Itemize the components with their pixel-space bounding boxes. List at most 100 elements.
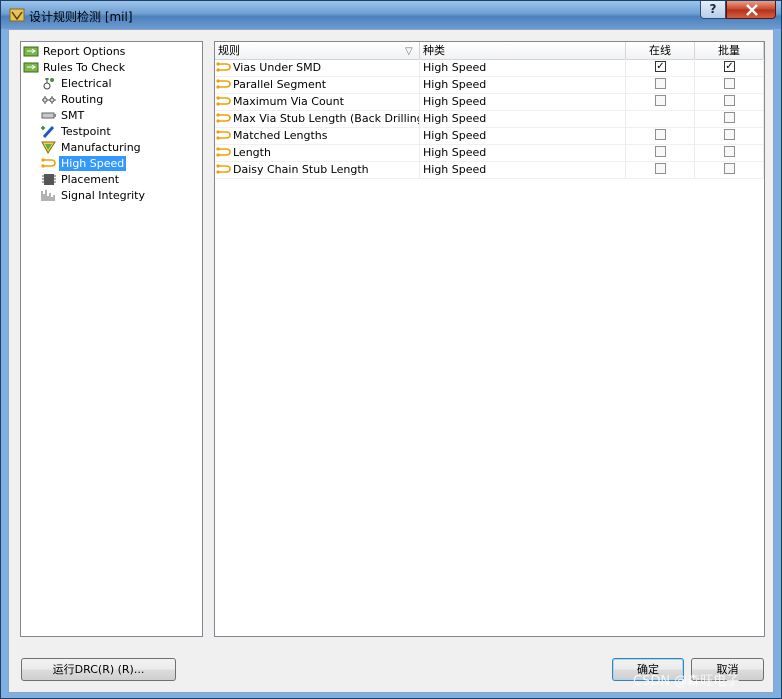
online-checkbox[interactable] <box>655 95 666 106</box>
close-button[interactable] <box>726 1 776 19</box>
rule-name: Maximum Via Count <box>233 95 344 108</box>
category-cell: High Speed <box>420 110 626 127</box>
rule-name: Daisy Chain Stub Length <box>233 163 369 176</box>
high-speed-rule-icon <box>216 130 231 140</box>
help-button[interactable]: ? <box>700 1 726 19</box>
rule-name: Max Via Stub Length (Back Drilling) <box>233 112 420 125</box>
table-row[interactable]: Max Via Stub Length (Back Drilling) High … <box>215 110 764 128</box>
batch-cell <box>695 110 764 127</box>
tree-item-label: Routing <box>61 93 104 106</box>
online-checkbox[interactable] <box>655 129 666 140</box>
batch-cell <box>695 127 764 144</box>
batch-checkbox[interactable] <box>724 112 735 123</box>
batch-checkbox[interactable] <box>724 146 735 157</box>
high-speed-rule-icon <box>216 79 231 89</box>
rule-name: Matched Lengths <box>233 129 328 142</box>
high-speed-rule-icon <box>216 96 231 106</box>
online-cell <box>626 76 695 93</box>
tree-item-label: Rules To Check <box>43 61 126 74</box>
table-row[interactable]: Parallel Segment High Speed <box>215 76 764 94</box>
tree-item-label: Report Options <box>43 45 126 58</box>
high-speed-rule-icon <box>216 164 231 174</box>
online-cell <box>626 161 695 178</box>
online-cell: ✓ <box>626 59 695 76</box>
rule-name: Length <box>233 146 271 159</box>
online-checkbox[interactable] <box>655 78 666 89</box>
tree-item-label: Testpoint <box>61 125 111 138</box>
category-cell: High Speed <box>420 93 626 110</box>
tree-item-label: SMT <box>61 109 85 122</box>
batch-checkbox[interactable] <box>724 95 735 106</box>
category-cell: High Speed <box>420 161 626 178</box>
table-row[interactable]: Daisy Chain Stub Length High Speed <box>215 161 764 179</box>
smt-icon <box>41 112 56 119</box>
app-icon <box>9 8 25 22</box>
rule-cell: Daisy Chain Stub Length <box>215 161 420 178</box>
tree-item-label: Electrical <box>61 77 112 90</box>
tree-item-label: Manufacturing <box>61 141 141 154</box>
column-header-category[interactable]: 种类 <box>420 42 626 59</box>
rule-category-tree[interactable]: Report Options Rules To Check Electrical… <box>20 41 203 637</box>
sort-filter-icon[interactable]: ▽ <box>405 43 413 60</box>
rule-cell: Vias Under SMD <box>215 59 420 76</box>
drc-dialog-window: 设计规则检测 [mil] ? Report Options Rules To C… <box>0 0 782 699</box>
rule-cell: Parallel Segment <box>215 76 420 93</box>
rule-cell: Matched Lengths <box>215 127 420 144</box>
rule-cell: Length <box>215 144 420 161</box>
online-checkbox[interactable] <box>655 146 666 157</box>
online-cell <box>626 93 695 110</box>
category-cell: High Speed <box>420 59 626 76</box>
batch-cell <box>695 144 764 161</box>
online-cell <box>626 110 695 127</box>
batch-cell: ✓ <box>695 59 764 76</box>
table-row[interactable]: Vias Under SMD High Speed ✓ ✓ <box>215 59 764 77</box>
placement-icon <box>42 174 56 185</box>
watermark-text: CSDN @森旺电子 <box>633 674 740 689</box>
column-header-rule[interactable]: 规则 ▽ <box>215 42 420 59</box>
category-cell: High Speed <box>420 76 626 93</box>
batch-checkbox[interactable] <box>724 78 735 89</box>
category-cell: High Speed <box>420 127 626 144</box>
routing-icon <box>42 96 56 104</box>
table-row[interactable]: Matched Lengths High Speed <box>215 127 764 145</box>
batch-checkbox[interactable]: ✓ <box>724 61 735 72</box>
batch-cell <box>695 76 764 93</box>
online-cell <box>626 144 695 161</box>
electrical-icon <box>43 78 54 90</box>
window-title: 设计规则检测 [mil] <box>29 10 133 24</box>
batch-cell <box>695 93 764 110</box>
tree-item-label: High Speed <box>59 156 127 171</box>
rule-cell: Max Via Stub Length (Back Drilling) <box>215 110 420 127</box>
batch-checkbox[interactable] <box>724 129 735 140</box>
column-header-online[interactable]: 在线 <box>626 42 695 59</box>
manufacturing-icon <box>41 141 56 154</box>
tree-item-label: Signal Integrity <box>61 189 145 202</box>
batch-checkbox[interactable] <box>724 163 735 174</box>
online-checkbox[interactable] <box>655 163 666 174</box>
column-header-batch[interactable]: 批量 <box>695 42 764 59</box>
online-cell <box>626 127 695 144</box>
tree-item-label: Placement <box>61 173 120 186</box>
online-checkbox[interactable]: ✓ <box>655 61 666 72</box>
rules-to-check-icon <box>23 62 39 73</box>
high-speed-rule-icon <box>216 62 231 72</box>
rules-grid[interactable]: 规则 ▽ 种类 在线 批量 Vias Under SMD High Speed ✓ ✓… <box>214 41 765 637</box>
category-cell: High Speed <box>420 144 626 161</box>
close-icon <box>746 4 758 16</box>
batch-cell <box>695 161 764 178</box>
dialog-client-area: Report Options Rules To Check Electrical… <box>8 29 774 693</box>
high-speed-rule-icon <box>216 113 231 123</box>
signal-integrity-icon <box>41 190 55 201</box>
run-drc-button[interactable]: 运行DRC(R) (R)... <box>21 658 176 681</box>
report-options-icon <box>23 46 39 57</box>
rule-name: Parallel Segment <box>233 78 327 91</box>
rule-name: Vias Under SMD <box>233 61 322 74</box>
title-bar[interactable]: 设计规则检测 [mil] ? <box>1 1 781 29</box>
table-row[interactable]: Length High Speed <box>215 144 764 162</box>
rule-cell: Maximum Via Count <box>215 93 420 110</box>
grid-header: 规则 ▽ 种类 在线 批量 <box>215 42 764 60</box>
high-speed-rule-icon <box>216 147 231 157</box>
testpoint-icon <box>41 125 55 139</box>
high-speed-icon <box>41 158 56 168</box>
table-row[interactable]: Maximum Via Count High Speed <box>215 93 764 111</box>
